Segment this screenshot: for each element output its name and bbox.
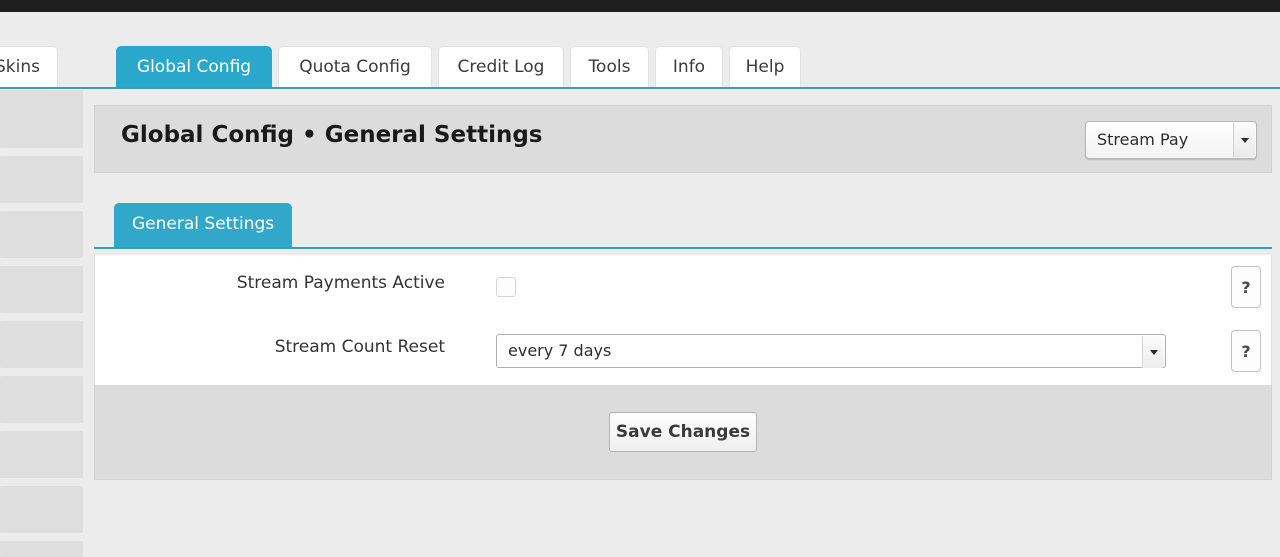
sidebar-item[interactable] xyxy=(0,266,83,313)
sub-tab-bar[interactable]: General Settings xyxy=(94,203,1272,249)
tab-skins[interactable]: Skins xyxy=(0,46,58,88)
tab-credit-log[interactable]: Credit Log xyxy=(438,46,564,88)
sidebar xyxy=(0,90,83,557)
sidebar-item[interactable] xyxy=(0,431,83,478)
help-icon[interactable]: ? xyxy=(1231,266,1261,308)
form-row: Stream Count Reset every 7 days? xyxy=(95,319,1273,383)
form-row: Stream Payments Active? xyxy=(95,255,1273,319)
sidebar-item[interactable] xyxy=(0,486,83,533)
help-icon[interactable]: ? xyxy=(1231,330,1261,372)
sidebar-item[interactable] xyxy=(0,90,83,148)
sidebar-item[interactable] xyxy=(0,541,83,557)
tab-bar-underline xyxy=(0,87,1280,89)
field-label: Stream Payments Active xyxy=(155,273,445,293)
save-changes-button[interactable]: Save Changes xyxy=(609,412,757,452)
main-tab-bar[interactable]: Skins Global ConfigQuota ConfigCredit Log… xyxy=(0,46,1280,88)
chevron-down-icon xyxy=(1150,350,1158,355)
settings-form-panel: Stream Payments Active?Stream Count Rese… xyxy=(94,255,1272,385)
tab-help[interactable]: Help xyxy=(729,46,801,88)
chevron-down-icon xyxy=(1241,138,1249,143)
stream-count-reset-select[interactable]: every 7 days xyxy=(496,334,1166,368)
module-select[interactable]: Stream Pay xyxy=(1085,121,1257,159)
select-arrow-box xyxy=(1142,336,1164,368)
tab-quota-config[interactable]: Quota Config xyxy=(278,46,432,88)
field-label: Stream Count Reset xyxy=(155,337,445,357)
sidebar-item[interactable] xyxy=(0,321,83,368)
module-select-arrow-box xyxy=(1233,123,1255,157)
page-title: Global Config • General Settings xyxy=(121,122,543,148)
tab-tools[interactable]: Tools xyxy=(570,46,649,88)
module-select-value: Stream Pay xyxy=(1097,130,1188,149)
sidebar-item[interactable] xyxy=(0,211,83,258)
tab-info[interactable]: Info xyxy=(655,46,723,88)
form-footer: Save Changes xyxy=(94,385,1272,480)
stream-count-reset-value: every 7 days xyxy=(508,341,611,360)
sidebar-item[interactable] xyxy=(0,156,83,203)
sub-tab-underline xyxy=(94,247,1272,249)
page-header-band: Global Config • General Settings Stream … xyxy=(94,105,1272,173)
stream-payments-active-checkbox[interactable] xyxy=(496,277,516,297)
tab-global-config[interactable]: Global Config xyxy=(116,46,272,88)
window-top-bar xyxy=(0,0,1280,12)
sub-tab-general-settings[interactable]: General Settings xyxy=(114,203,292,247)
sidebar-item[interactable] xyxy=(0,376,83,423)
